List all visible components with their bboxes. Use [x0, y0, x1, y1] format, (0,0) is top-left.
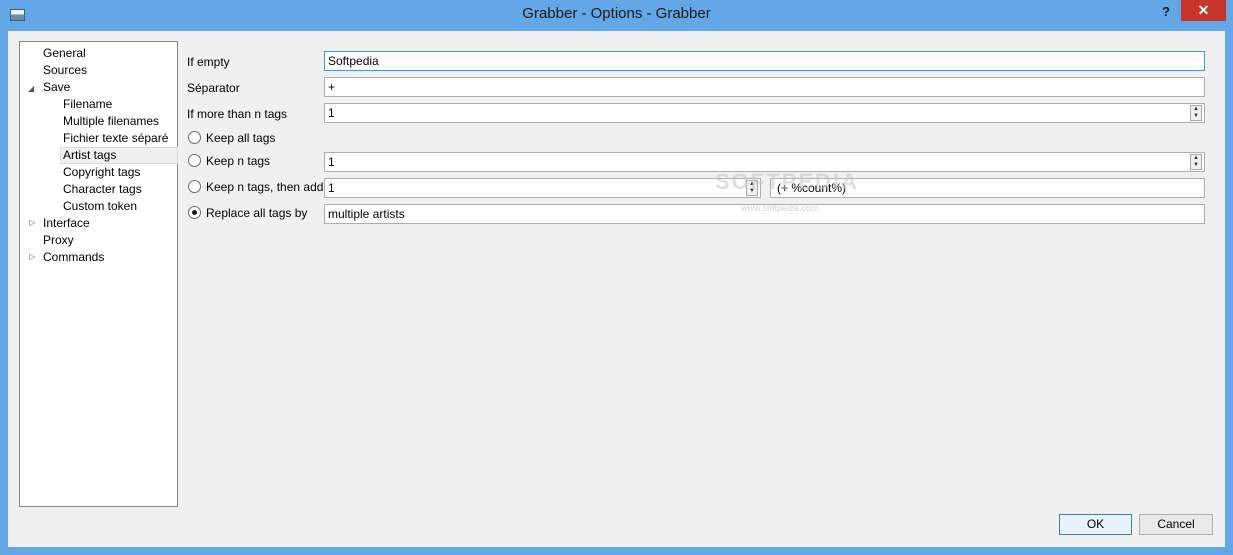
options-window: Grabber - Options - Grabber ? ✕ General … — [0, 0, 1233, 555]
separator-value: + — [328, 80, 336, 94]
if-empty-value: Softpedia — [328, 54, 379, 68]
tree-item-filename[interactable]: Filename — [63, 96, 112, 113]
keep-all-label[interactable]: Keep all tags — [206, 131, 275, 145]
if-more-spinbox[interactable]: 1 ▲ ▼ — [324, 103, 1205, 123]
keep-n-add-value: 1 — [328, 181, 335, 195]
keep-n-value: 1 — [328, 155, 335, 169]
title-bar[interactable]: Grabber - Options - Grabber ? ✕ — [0, 0, 1233, 31]
expand-arrow-icon[interactable]: ▷ — [29, 218, 35, 227]
dialog-client-area: General Sources ◢ Save Filename Multiple… — [8, 31, 1225, 547]
keep-all-radio[interactable] — [188, 131, 201, 144]
tree-item-character-tags[interactable]: Character tags — [63, 181, 142, 198]
if-empty-label: If empty — [187, 55, 230, 69]
keep-n-label[interactable]: Keep n tags — [206, 154, 270, 168]
watermark-logo: SOFTPEDIA — [715, 169, 859, 194]
replace-all-label[interactable]: Replace all tags by — [206, 206, 307, 220]
spin-down-icon[interactable]: ▼ — [1191, 113, 1201, 120]
watermark-url: www.softpedia.com — [741, 203, 819, 213]
tree-item-custom-token[interactable]: Custom token — [63, 198, 137, 215]
tree-item-fichier-texte-separe[interactable]: Fichier texte séparé — [63, 130, 168, 147]
keep-n-add-radio[interactable] — [188, 180, 201, 193]
tree-item-save[interactable]: Save — [43, 79, 70, 96]
tree-item-general[interactable]: General — [43, 45, 86, 62]
keep-n-add-label[interactable]: Keep n tags, then add — [206, 180, 323, 194]
help-button[interactable]: ? — [1156, 3, 1176, 21]
if-more-label: If more than n tags — [187, 107, 288, 121]
close-button[interactable]: ✕ — [1181, 0, 1226, 21]
if-more-value: 1 — [328, 106, 335, 120]
separator-input[interactable]: + — [324, 77, 1205, 97]
replace-all-value: multiple artists — [328, 207, 405, 221]
replace-all-radio[interactable] — [188, 206, 201, 219]
tree-item-commands[interactable]: Commands — [43, 249, 104, 266]
keep-n-spin-buttons[interactable]: ▲ ▼ — [1190, 154, 1202, 170]
tree-item-interface[interactable]: Interface — [43, 215, 90, 232]
tree-item-artist-tags[interactable]: Artist tags — [60, 147, 178, 164]
if-more-spin-buttons[interactable]: ▲ ▼ — [1190, 105, 1202, 121]
keep-n-radio[interactable] — [188, 154, 201, 167]
collapse-arrow-icon[interactable]: ◢ — [28, 84, 34, 93]
spin-down-icon[interactable]: ▼ — [1191, 162, 1201, 169]
options-tree[interactable]: General Sources ◢ Save Filename Multiple… — [19, 41, 178, 507]
if-empty-input[interactable]: Softpedia — [324, 51, 1205, 71]
tree-item-sources[interactable]: Sources — [43, 62, 87, 79]
tree-item-proxy[interactable]: Proxy — [43, 232, 74, 249]
cancel-button[interactable]: Cancel — [1139, 514, 1213, 535]
separator-label: Séparator — [187, 81, 240, 95]
tree-item-multiple-filenames[interactable]: Multiple filenames — [63, 113, 159, 130]
tree-item-copyright-tags[interactable]: Copyright tags — [63, 164, 140, 181]
spin-up-icon[interactable]: ▲ — [1191, 106, 1201, 113]
expand-arrow-icon[interactable]: ▷ — [29, 252, 35, 261]
spin-up-icon[interactable]: ▲ — [1191, 155, 1201, 162]
window-title: Grabber - Options - Grabber — [522, 5, 711, 22]
ok-button[interactable]: OK — [1059, 514, 1132, 535]
keep-n-add-spinbox[interactable]: 1 ▲ ▼ — [324, 178, 761, 198]
